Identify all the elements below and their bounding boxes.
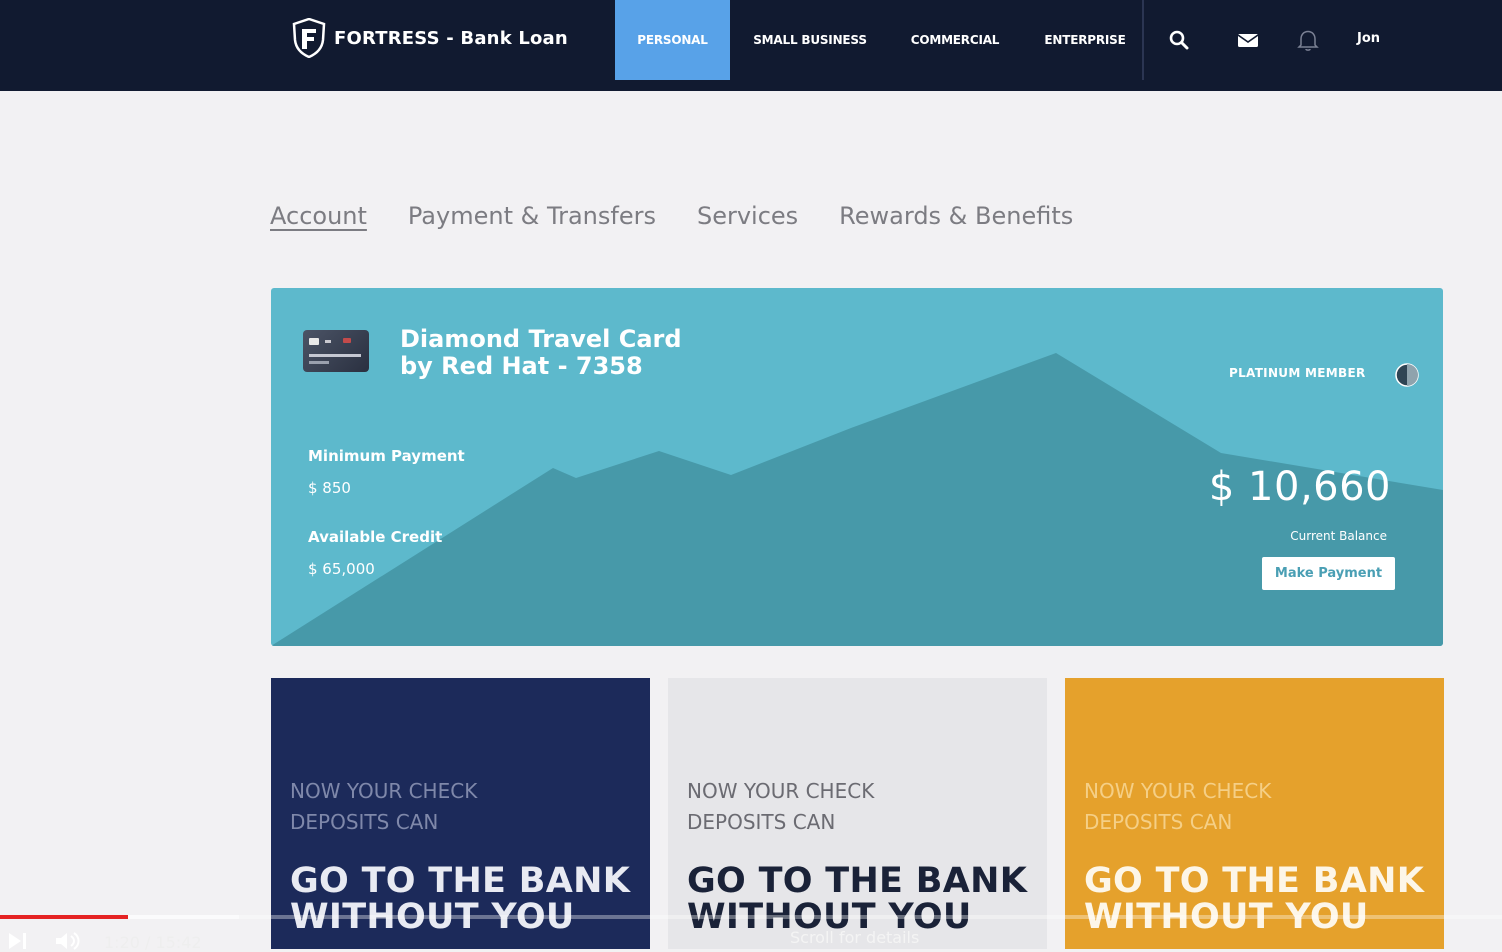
video-time: 1:20 / 15:42 (104, 933, 202, 952)
brand-logo[interactable]: FORTRESS - Bank Loan (292, 18, 568, 58)
promo-subtitle-line2: DEPOSITS CAN (1084, 810, 1233, 834)
promo-subtitle: NOW YOUR CHECK DEPOSITS CAN (687, 776, 874, 838)
promo-subtitle-line2: DEPOSITS CAN (290, 810, 439, 834)
volume-icon[interactable] (54, 931, 86, 951)
min-payment-value: $ 850 (308, 479, 351, 497)
scroll-for-details[interactable]: Scroll for details (790, 928, 919, 947)
main-nav: PERSONAL SMALL BUSINESS COMMERCIAL ENTER… (615, 0, 1150, 80)
shield-logo-icon (292, 18, 326, 58)
tab-rewards-benefits[interactable]: Rewards & Benefits (839, 202, 1073, 230)
available-credit-label: Available Credit (308, 528, 443, 546)
promo-subtitle-line1: NOW YOUR CHECK (1084, 779, 1272, 803)
promo-headline: GO TO THE BANK WITHOUT YOU (1084, 863, 1424, 935)
next-video-icon[interactable] (6, 931, 30, 951)
promo-subtitle: NOW YOUR CHECK DEPOSITS CAN (290, 776, 477, 838)
promo-tile[interactable]: NOW YOUR CHECK DEPOSITS CAN GO TO THE BA… (271, 678, 650, 949)
nav-divider (1142, 0, 1144, 80)
contrast-icon[interactable] (1394, 362, 1420, 388)
brand-name: FORTRESS - Bank Loan (334, 27, 568, 49)
member-tier-badge: PLATINUM MEMBER (1229, 366, 1366, 380)
card-title: Diamond Travel Card by Red Hat - 7358 (400, 326, 730, 380)
promo-subtitle: NOW YOUR CHECK DEPOSITS CAN (1084, 776, 1271, 838)
nav-commercial[interactable]: COMMERCIAL (890, 0, 1020, 80)
promo-tile[interactable]: NOW YOUR CHECK DEPOSITS CAN GO TO THE BA… (668, 678, 1047, 949)
mail-icon[interactable] (1237, 29, 1259, 51)
promo-headline-line1: GO TO THE BANK (687, 861, 1028, 901)
top-navbar: FORTRESS - Bank Loan PERSONAL SMALL BUSI… (0, 0, 1502, 91)
user-name[interactable]: Jon (1357, 31, 1380, 46)
credit-card-panel: Diamond Travel Card by Red Hat - 7358 Mi… (271, 288, 1443, 646)
search-icon[interactable] (1168, 29, 1190, 51)
promo-headline-line1: GO TO THE BANK (1084, 861, 1425, 901)
video-played-bar (0, 915, 128, 919)
nav-personal[interactable]: PERSONAL (615, 0, 730, 80)
bell-icon[interactable] (1297, 29, 1319, 51)
promo-headline: GO TO THE BANK WITHOUT YOU (687, 863, 1027, 935)
tab-services[interactable]: Services (697, 202, 798, 230)
promo-subtitle-line2: DEPOSITS CAN (687, 810, 836, 834)
promo-subtitle-line1: NOW YOUR CHECK (687, 779, 875, 803)
nav-small-business[interactable]: SMALL BUSINESS (730, 0, 890, 80)
promo-headline: GO TO THE BANK WITHOUT YOU (290, 863, 630, 935)
credit-card-icon (303, 330, 369, 372)
account-tabs: Account Payment & Transfers Services Rew… (270, 202, 1073, 230)
promo-tile[interactable]: NOW YOUR CHECK DEPOSITS CAN GO TO THE BA… (1065, 678, 1444, 949)
nav-enterprise[interactable]: ENTERPRISE (1020, 0, 1150, 80)
tab-account[interactable]: Account (270, 202, 367, 230)
current-balance-label: Current Balance (1290, 529, 1387, 543)
tab-payment-transfers[interactable]: Payment & Transfers (408, 202, 656, 230)
promo-headline-line1: GO TO THE BANK (290, 861, 631, 901)
current-balance-amount: $ 10,660 (1208, 464, 1391, 510)
available-credit-value: $ 65,000 (308, 560, 375, 578)
card-title-line1: Diamond Travel Card (400, 325, 682, 353)
min-payment-label: Minimum Payment (308, 447, 465, 465)
promo-subtitle-line1: NOW YOUR CHECK (290, 779, 478, 803)
make-payment-button[interactable]: Make Payment (1262, 557, 1395, 590)
card-title-line2: by Red Hat - 7358 (400, 352, 643, 380)
